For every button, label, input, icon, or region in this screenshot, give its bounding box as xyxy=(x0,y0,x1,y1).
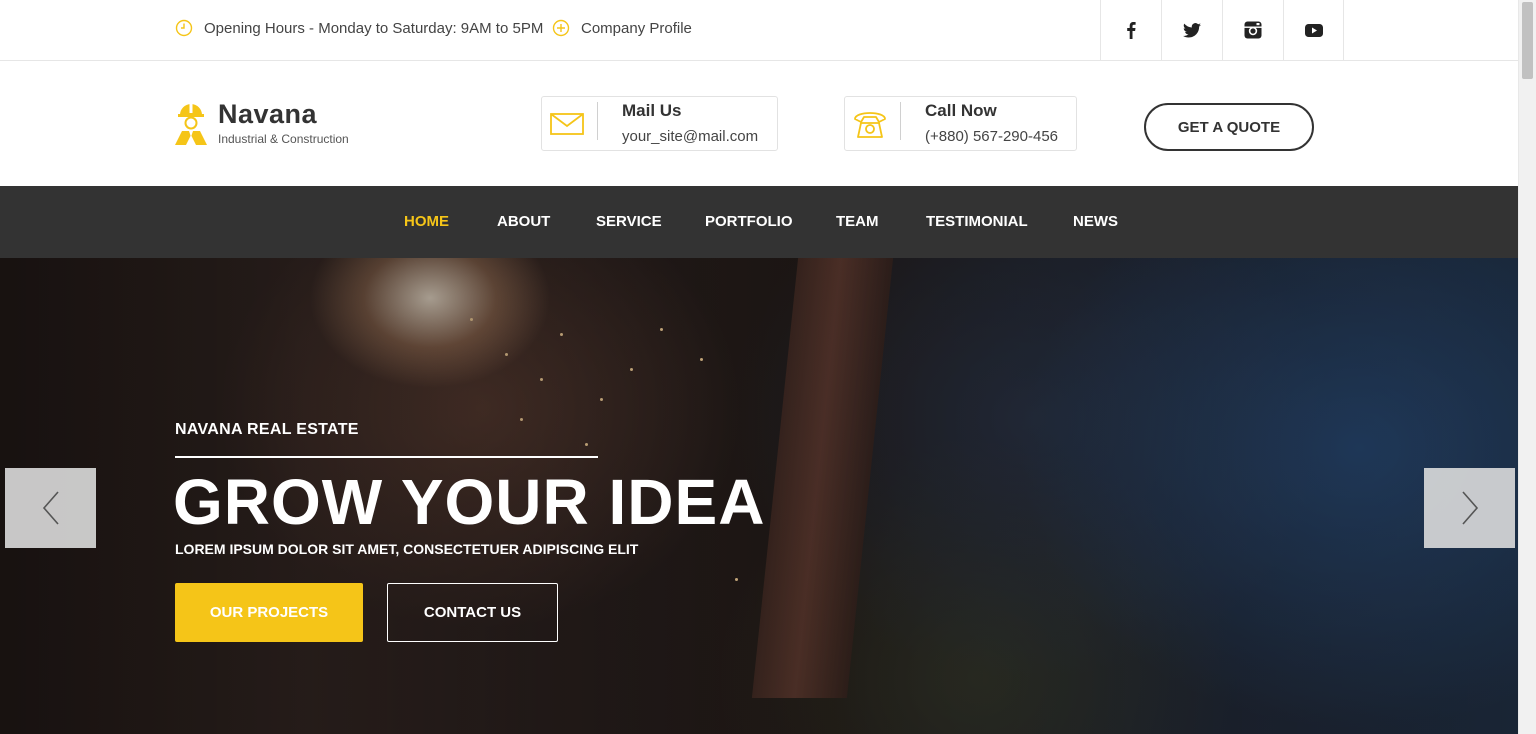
youtube-icon xyxy=(1304,23,1323,37)
site-header: Navana Industrial & Construction Mail Us… xyxy=(0,61,1518,186)
nav-item-home[interactable]: HOME xyxy=(404,213,449,230)
contact-us-button[interactable]: CONTACT US xyxy=(387,583,558,642)
telephone-icon xyxy=(854,112,886,138)
phone-number[interactable]: (+880) 567-290-456 xyxy=(925,128,1058,145)
instagram-icon xyxy=(1244,21,1262,39)
youtube-link[interactable] xyxy=(1283,0,1344,60)
company-profile-link[interactable]: Company Profile xyxy=(552,19,692,37)
nav-item-service[interactable]: SERVICE xyxy=(596,213,662,230)
slider-next-button[interactable] xyxy=(1424,468,1515,548)
page: Opening Hours - Monday to Saturday: 9AM … xyxy=(0,0,1536,734)
brand-tagline: Industrial & Construction xyxy=(218,132,349,146)
get-a-quote-button[interactable]: GET A QUOTE xyxy=(1144,103,1314,151)
hero-subtitle: LOREM IPSUM DOLOR SIT AMET, CONSECTETUER… xyxy=(175,541,639,557)
top-info-bar: Opening Hours - Monday to Saturday: 9AM … xyxy=(0,0,1518,61)
nav-item-testimonial[interactable]: TESTIMONIAL xyxy=(926,213,1028,230)
chevron-right-icon xyxy=(1461,491,1478,525)
call-title: Call Now xyxy=(925,101,997,120)
facebook-icon xyxy=(1127,22,1136,39)
clock-icon xyxy=(175,19,193,37)
social-links xyxy=(1100,0,1344,60)
hero-kicker: NAVANA REAL ESTATE xyxy=(175,421,359,438)
envelope-icon xyxy=(550,113,584,135)
opening-hours: Opening Hours - Monday to Saturday: 9AM … xyxy=(175,19,543,37)
brand-name: Navana xyxy=(218,99,318,129)
our-projects-button[interactable]: OUR PROJECTS xyxy=(175,583,363,642)
hero-title: GROW YOUR IDEA xyxy=(173,466,766,538)
scrollbar-thumb[interactable] xyxy=(1522,2,1533,79)
chevron-left-icon xyxy=(42,491,59,525)
nav-item-news[interactable]: NEWS xyxy=(1073,213,1118,230)
opening-hours-text: Opening Hours - Monday to Saturday: 9AM … xyxy=(204,19,544,37)
mail-address[interactable]: your_site@mail.com xyxy=(622,128,758,145)
company-profile-label[interactable]: Company Profile xyxy=(581,20,692,37)
nav-item-portfolio[interactable]: PORTFOLIO xyxy=(705,213,793,230)
card-divider xyxy=(597,102,598,140)
facebook-link[interactable] xyxy=(1100,0,1161,60)
nav-item-team[interactable]: TEAM xyxy=(836,213,879,230)
instagram-link[interactable] xyxy=(1222,0,1283,60)
twitter-link[interactable] xyxy=(1161,0,1222,60)
plus-circle-icon xyxy=(552,19,570,37)
worker-helmet-icon xyxy=(175,104,207,145)
page-scrollbar[interactable] xyxy=(1518,0,1536,734)
call-contact-card: Call Now (+880) 567-290-456 xyxy=(844,96,1077,151)
mail-contact-card: Mail Us your_site@mail.com xyxy=(541,96,778,151)
main-navigation: HOME ABOUT SERVICE PORTFOLIO TEAM TESTIM… xyxy=(0,186,1518,258)
hero-slider: NAVANA REAL ESTATE GROW YOUR IDEA LOREM … xyxy=(0,258,1518,734)
twitter-icon xyxy=(1183,22,1201,38)
card-divider xyxy=(900,102,901,140)
hero-divider xyxy=(175,456,598,458)
nav-item-about[interactable]: ABOUT xyxy=(497,213,550,230)
mail-title: Mail Us xyxy=(622,101,682,120)
slider-prev-button[interactable] xyxy=(5,468,96,548)
